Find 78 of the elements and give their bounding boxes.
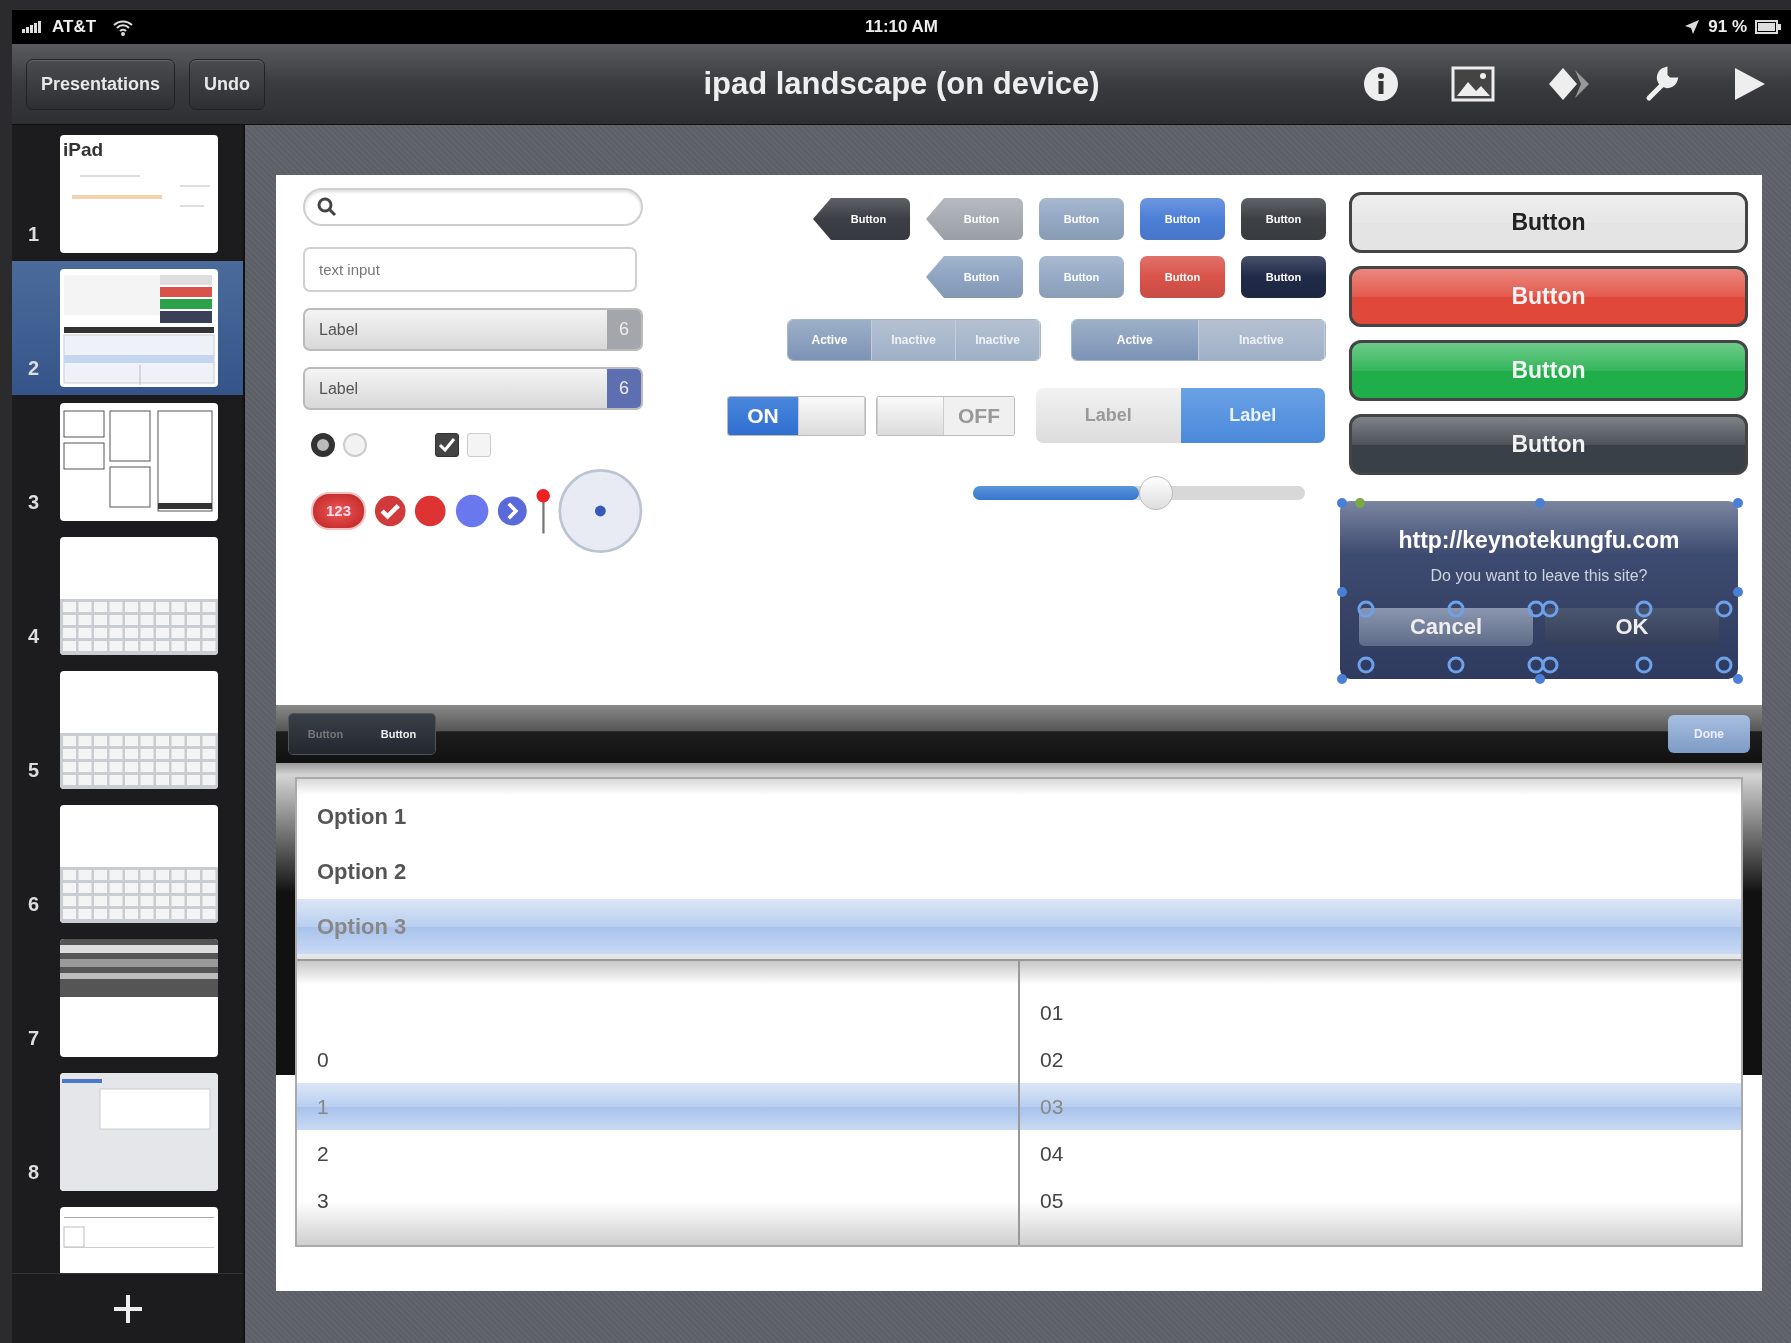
- slide-number: 4: [28, 624, 41, 649]
- checkmark-icon: [374, 493, 407, 529]
- slide-row[interactable]: 7: [12, 931, 243, 1065]
- picker-item[interactable]: 05: [1020, 1177, 1741, 1224]
- slide-thumbnail[interactable]: [60, 537, 218, 655]
- toolbar-button[interactable]: Button: [1241, 256, 1326, 298]
- signal-icon: [22, 21, 44, 33]
- location-icon: [1684, 19, 1701, 35]
- slide-thumbnail[interactable]: [60, 671, 218, 789]
- row-label: Label: [318, 378, 360, 399]
- slide-thumbnail[interactable]: iPad: [60, 135, 218, 253]
- slide-row[interactable]: 5: [12, 663, 243, 797]
- count-badge: 6: [607, 369, 641, 408]
- slide-number: 8: [28, 1160, 41, 1185]
- toolbar-button[interactable]: Button: [1241, 198, 1326, 240]
- presentation-title: ipad landscape (on device): [703, 64, 1100, 103]
- toolbar-button[interactable]: Button: [1140, 256, 1225, 298]
- segment[interactable]: Button: [362, 714, 435, 754]
- back-button[interactable]: Button: [813, 198, 910, 240]
- picker-item[interactable]: 3: [297, 1177, 1018, 1224]
- pin-icon: [535, 486, 551, 536]
- row-label: Label: [318, 319, 360, 340]
- slide-number: 6: [28, 892, 41, 917]
- picker-item[interactable]: 0: [297, 1036, 1018, 1083]
- count-badge: 123: [311, 491, 367, 531]
- slide-thumbnail[interactable]: [60, 939, 218, 1057]
- add-icon[interactable]: [111, 1292, 144, 1325]
- alert-button[interactable]: OK: [1545, 607, 1719, 646]
- slide-number: 2: [28, 356, 41, 381]
- slide-number: 3: [28, 490, 41, 515]
- slide-row[interactable]: 8: [12, 1065, 243, 1199]
- carrier-name: AT&T: [52, 16, 97, 39]
- picker-item[interactable]: 04: [1020, 1130, 1741, 1177]
- picker-item[interactable]: 02: [1020, 1036, 1741, 1083]
- search-icon: [317, 197, 337, 217]
- info-icon[interactable]: [1363, 66, 1399, 102]
- checkbox[interactable]: [435, 433, 459, 457]
- large-button[interactable]: Button: [1349, 414, 1748, 475]
- slide-number: 5: [28, 758, 41, 783]
- dot-icon: [454, 492, 490, 530]
- slide-row[interactable]: 1 iPad: [12, 127, 243, 261]
- text-input[interactable]: text input: [303, 247, 637, 292]
- disclosure-icon: [497, 494, 528, 528]
- toolbar-button[interactable]: Presentations: [26, 58, 176, 110]
- wifi-icon: [112, 18, 135, 36]
- picker-option[interactable]: Option 2: [297, 844, 1741, 899]
- slide-number: 7: [28, 1026, 41, 1051]
- toolbar-button[interactable]: Button: [1140, 198, 1225, 240]
- slide-thumbnail[interactable]: [60, 403, 218, 521]
- alert-message: Do you want to leave this site?: [1430, 565, 1648, 586]
- label-row[interactable]: Label 6: [303, 308, 643, 351]
- picker-item[interactable]: 01: [1020, 989, 1741, 1036]
- slide-row[interactable]: 4: [12, 529, 243, 663]
- shapes-icon[interactable]: [1547, 66, 1591, 102]
- slide-row[interactable]: 6: [12, 797, 243, 931]
- battery-icon: [1755, 20, 1781, 34]
- radio-button[interactable]: [311, 433, 335, 457]
- toggle-switch[interactable]: ON: [727, 395, 866, 436]
- slide-row[interactable]: 3: [12, 395, 243, 529]
- picker-option[interactable]: Option 1: [297, 789, 1741, 844]
- search-field[interactable]: [303, 188, 643, 226]
- image-icon[interactable]: [1451, 66, 1495, 102]
- stop-icon: [414, 493, 447, 529]
- slider-thumb[interactable]: [1139, 476, 1173, 510]
- count-badge: 6: [607, 310, 641, 349]
- slide-number: 1: [28, 222, 41, 247]
- slide-thumbnail[interactable]: [60, 805, 218, 923]
- battery-level: 91 %: [1708, 16, 1747, 39]
- slide-row[interactable]: 2: [12, 261, 243, 395]
- slide-thumbnail[interactable]: [60, 269, 218, 387]
- label-row[interactable]: Label 6: [303, 367, 643, 410]
- slide-thumbnail[interactable]: [60, 1073, 218, 1191]
- picker-item[interactable]: 2: [297, 1130, 1018, 1177]
- large-button[interactable]: Button: [1349, 192, 1748, 253]
- toolbar-button[interactable]: Undo: [189, 58, 266, 110]
- status-time: 11:10 AM: [864, 16, 939, 39]
- alert-title: http://keynotekungfu.com: [1398, 526, 1680, 555]
- slide-title: iPad: [63, 138, 104, 162]
